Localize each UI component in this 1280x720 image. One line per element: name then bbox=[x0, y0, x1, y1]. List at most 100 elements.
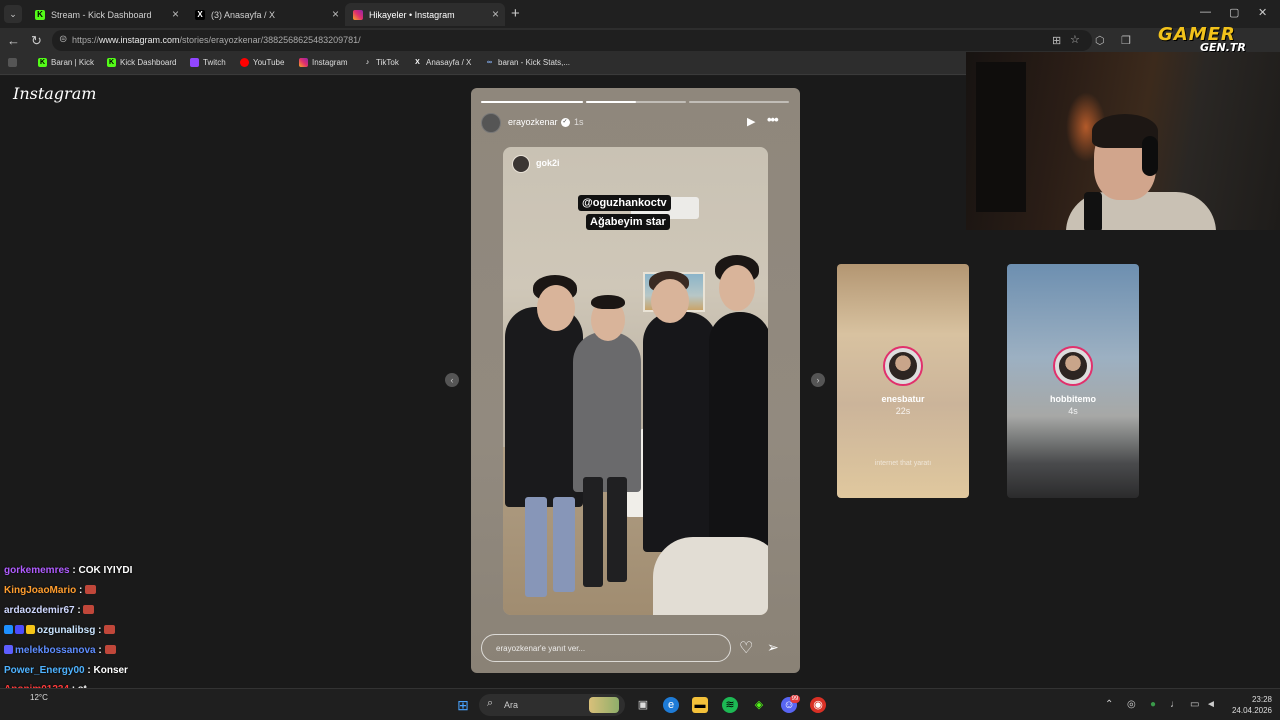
tab-instagram[interactable]: Hikayeler • Instagram × bbox=[345, 3, 505, 26]
site-info-icon[interactable]: ⊜ bbox=[59, 34, 67, 45]
verified-icon: ✓ bbox=[560, 118, 570, 128]
next-story-button[interactable]: › bbox=[811, 373, 825, 387]
chat-separator: : bbox=[74, 605, 84, 616]
bookmark-baran-kick[interactable]: K Baran | Kick bbox=[38, 58, 94, 67]
chat-badge-icon bbox=[4, 625, 13, 634]
more-options-icon[interactable]: ••• bbox=[767, 112, 779, 127]
inner-post-avatar[interactable] bbox=[512, 155, 530, 173]
heart-icon[interactable]: ♡ bbox=[739, 638, 753, 658]
microphone-icon[interactable]: ♩ bbox=[1170, 699, 1180, 710]
extensions-icon[interactable]: ⬡ bbox=[1095, 34, 1105, 47]
minimize-icon[interactable]: — bbox=[1200, 6, 1211, 18]
collections-icon[interactable]: ❐ bbox=[1121, 34, 1131, 47]
watermark-line2: GEN.TR bbox=[1200, 41, 1246, 54]
bookmark-label: YouTube bbox=[253, 58, 285, 67]
chat-message: KingJoaoMario : bbox=[4, 585, 97, 596]
bookmark-twitch[interactable]: Twitch bbox=[190, 58, 226, 67]
windows-start-icon[interactable]: ⊞ bbox=[455, 697, 471, 713]
close-window-icon[interactable]: ✕ bbox=[1258, 6, 1267, 19]
side-story-enesbatur[interactable]: enesbatur 22s internet that yaratı bbox=[837, 264, 969, 498]
address-bar[interactable]: ⊜ https://www.instagram.com/stories/eray… bbox=[52, 30, 1092, 51]
maximize-icon[interactable]: ▢ bbox=[1229, 6, 1239, 19]
reshared-post[interactable]: gok2i @oguzhankoctv Ağabeyim star bbox=[503, 147, 768, 615]
tab-search-icon[interactable]: ⊞ bbox=[1052, 34, 1061, 47]
bookmark-label: Kick Dashboard bbox=[120, 58, 177, 67]
instagram-logo[interactable]: Instagram bbox=[13, 84, 96, 103]
send-icon[interactable]: ➢ bbox=[767, 639, 779, 656]
close-icon[interactable]: × bbox=[492, 7, 499, 21]
bookmark-label: Twitch bbox=[203, 58, 226, 67]
bookmark-youtube[interactable]: YouTube bbox=[240, 58, 284, 67]
headset bbox=[1142, 136, 1158, 176]
bookmark-instagram[interactable]: Instagram bbox=[299, 58, 348, 67]
taskbar: 12°C ⊞ ⌕ Ara ▣ e ▬ ≋ ◈ ☺ 99 ◉ ⌃ ◎ ● ♩ ▭ … bbox=[0, 688, 1280, 720]
youtube-icon bbox=[240, 58, 249, 67]
spotify-icon[interactable]: ≋ bbox=[722, 697, 738, 713]
microphone bbox=[1084, 192, 1102, 230]
browser-tab-bar: ⌄ K Stream - Kick Dashboard × X (3) Anas… bbox=[0, 0, 1280, 28]
bookmark-kick-stats[interactable]: ∞ baran - Kick Stats,... bbox=[485, 58, 570, 67]
chat-message: gorkememres : COK IYIYDI bbox=[4, 565, 132, 576]
tab-list-button[interactable]: ⌄ bbox=[4, 5, 22, 23]
inner-post-username[interactable]: gok2i bbox=[536, 158, 560, 168]
story-reply-input[interactable]: erayozkenar'e yanıt ver... bbox=[481, 634, 731, 662]
weather-widget[interactable]: 12°C bbox=[30, 693, 48, 703]
chat-message: melekbossanova : bbox=[4, 645, 116, 656]
back-icon[interactable]: ← bbox=[7, 33, 20, 48]
play-icon[interactable]: ▶ bbox=[747, 115, 755, 128]
file-explorer-icon[interactable]: ▬ bbox=[692, 697, 708, 713]
chat-separator: : bbox=[95, 645, 105, 656]
edge-icon[interactable]: e bbox=[663, 697, 679, 713]
side-story-hobbitemo[interactable]: hobbitemo 4s bbox=[1007, 264, 1139, 498]
person-3-head bbox=[651, 279, 689, 323]
system-clock[interactable]: 23:28 24.04.2026 bbox=[1226, 694, 1272, 716]
reading-list-icon[interactable] bbox=[8, 58, 21, 67]
tab-kick-dashboard[interactable]: K Stream - Kick Dashboard × bbox=[27, 3, 185, 26]
emote-icon bbox=[83, 605, 95, 614]
tiktok-icon: ♪ bbox=[365, 59, 370, 66]
new-tab-button[interactable]: + bbox=[511, 5, 520, 22]
app-icon[interactable]: ◈ bbox=[751, 697, 767, 713]
chat-message: ardaozdemir67 : bbox=[4, 605, 95, 616]
headset-tray-icon[interactable]: ◎ bbox=[1127, 699, 1136, 710]
task-view-icon[interactable]: ▣ bbox=[635, 697, 651, 713]
webcam-overlay bbox=[966, 52, 1280, 230]
story-username[interactable]: erayozkenar ✓ bbox=[508, 117, 570, 128]
network-icon[interactable]: ▭ bbox=[1190, 699, 1199, 710]
close-icon[interactable]: × bbox=[172, 7, 179, 21]
bookmark-tiktok[interactable]: ♪ TikTok bbox=[363, 58, 399, 67]
chat-message: Power_Energy00 : Konser bbox=[4, 665, 128, 676]
kick-icon: K bbox=[35, 9, 45, 20]
instagram-icon bbox=[353, 9, 363, 20]
story-viewer[interactable]: erayozkenar ✓ 1s ▶ ••• gok2i @oguzhankoc… bbox=[471, 88, 800, 673]
app-icon-red[interactable]: ◉ bbox=[810, 697, 826, 713]
volume-icon[interactable]: ◄ bbox=[1206, 699, 1216, 710]
tray-expand-icon[interactable]: ⌃ bbox=[1105, 699, 1113, 710]
close-icon[interactable]: × bbox=[332, 7, 339, 21]
story-user-avatar[interactable] bbox=[481, 113, 501, 133]
bookmark-label: Baran | Kick bbox=[51, 58, 94, 67]
side-story-overlay-text: internet that yaratı bbox=[874, 460, 932, 467]
tab-x[interactable]: X (3) Anasayfa / X × bbox=[187, 3, 345, 26]
story-avatar bbox=[883, 346, 923, 386]
clock-time: 23:28 bbox=[1251, 695, 1272, 704]
bookmark-anasayfa-x[interactable]: X Anasayfa / X bbox=[413, 58, 471, 67]
chat-separator: : bbox=[76, 585, 86, 596]
gamergen-watermark: GAMER GEN.TR bbox=[1158, 24, 1272, 54]
reload-icon[interactable]: ↻ bbox=[31, 33, 42, 49]
favorite-star-icon[interactable]: ☆ bbox=[1070, 33, 1080, 46]
story-caption-mention[interactable]: @oguzhankoctv bbox=[578, 195, 671, 211]
tray-status-icon[interactable]: ● bbox=[1150, 699, 1156, 710]
side-story-time: 4s bbox=[1068, 406, 1078, 416]
bookmark-label: Instagram bbox=[312, 58, 348, 67]
armchair bbox=[653, 537, 768, 615]
previous-story-button[interactable]: ‹ bbox=[445, 373, 459, 387]
person-2-hair bbox=[591, 295, 625, 309]
person-4 bbox=[709, 312, 768, 562]
person-2-leg bbox=[607, 477, 627, 582]
story-caption-text: Ağabeyim star bbox=[586, 214, 670, 230]
taskbar-search[interactable]: ⌕ Ara bbox=[479, 694, 625, 716]
person-1-leg bbox=[525, 497, 547, 597]
bookmark-kick-dashboard[interactable]: K Kick Dashboard bbox=[107, 58, 176, 67]
kick-icon: K bbox=[38, 58, 47, 67]
